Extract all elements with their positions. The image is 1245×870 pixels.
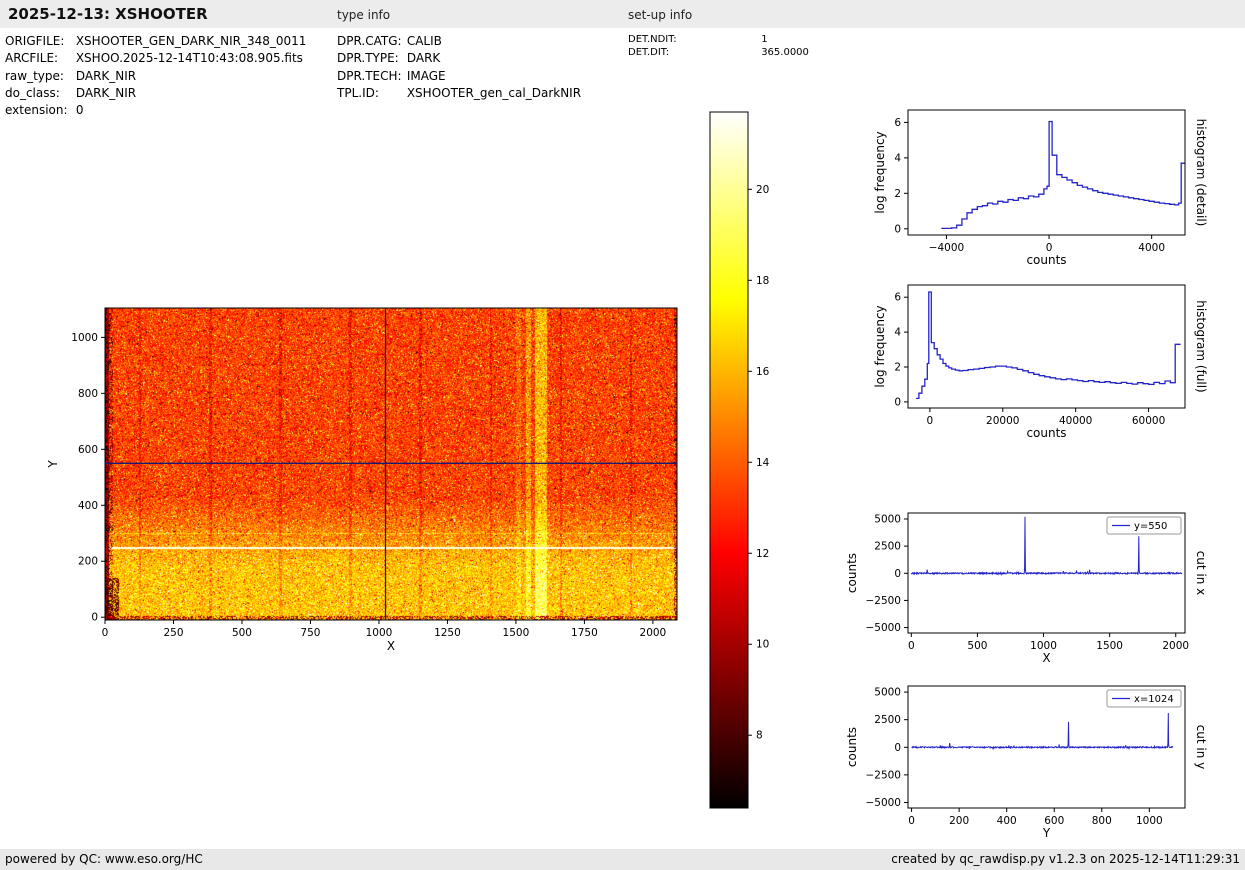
svg-text:800: 800 <box>1092 815 1112 827</box>
svg-text:−4000: −4000 <box>929 242 965 254</box>
svg-text:6: 6 <box>894 292 901 304</box>
svg-text:250: 250 <box>163 627 183 639</box>
svg-text:1500: 1500 <box>503 627 530 639</box>
svg-text:histogram (detail): histogram (detail) <box>1194 119 1208 227</box>
svg-text:400: 400 <box>78 500 98 512</box>
svg-text:1250: 1250 <box>434 627 461 639</box>
svg-text:4: 4 <box>894 327 901 339</box>
svg-text:1000: 1000 <box>1136 815 1163 827</box>
svg-text:800: 800 <box>78 388 98 400</box>
svg-text:200: 200 <box>949 815 969 827</box>
svg-text:20: 20 <box>756 184 769 196</box>
histogram-detail-chart: −4000 0 40000246countslog frequency histogr… <box>873 109 1208 267</box>
svg-text:Y: Y <box>1042 826 1051 840</box>
svg-text:8: 8 <box>756 730 763 742</box>
svg-text:5000: 5000 <box>874 687 901 699</box>
svg-text:400: 400 <box>997 815 1017 827</box>
svg-text:0: 0 <box>894 223 901 235</box>
svg-text:X: X <box>1042 651 1050 665</box>
svg-text:0: 0 <box>908 640 915 652</box>
plots-overlay: 0 250 500 750 1000 1250 1500 1750 20000200400600… <box>46 109 1208 840</box>
svg-text:0: 0 <box>894 396 901 408</box>
plot-legend: x=1024 <box>1106 689 1182 708</box>
svg-text:1750: 1750 <box>571 627 598 639</box>
svg-text:y=550: y=550 <box>1134 521 1167 532</box>
cut-in-x-chart: 0 500 1000 1500 2000500025000−2500−5000Xcoun… <box>845 512 1208 665</box>
svg-text:x=1024: x=1024 <box>1134 694 1174 705</box>
svg-text:2500: 2500 <box>874 714 901 726</box>
svg-text:200: 200 <box>78 556 98 568</box>
svg-text:histogram (full): histogram (full) <box>1194 300 1208 393</box>
svg-text:0: 0 <box>91 612 98 624</box>
svg-text:cut in y: cut in y <box>1194 725 1208 770</box>
svg-text:16: 16 <box>756 366 770 378</box>
colorbar-axes: 8 10 12 14 16 18 20 <box>709 111 770 809</box>
svg-text:12: 12 <box>756 548 769 560</box>
svg-text:14: 14 <box>756 457 770 469</box>
raw-image-axes: 0 250 500 750 1000 1250 1500 1750 2000 0 200 400 600… <box>46 307 678 653</box>
svg-text:2000: 2000 <box>1162 640 1189 652</box>
svg-text:log frequency: log frequency <box>873 131 887 213</box>
svg-text:counts: counts <box>845 553 859 593</box>
footer-created-by: created by qc_rawdisp.py v1.2.3 on 2025-… <box>891 852 1240 866</box>
svg-text:750: 750 <box>300 627 320 639</box>
svg-text:−5000: −5000 <box>865 797 901 809</box>
svg-text:0: 0 <box>894 568 901 580</box>
footer-powered-by: powered by QC: www.eso.org/HC <box>5 852 203 866</box>
svg-text:18: 18 <box>756 275 769 287</box>
svg-text:500: 500 <box>232 627 252 639</box>
plot-legend: y=550 <box>1106 516 1182 535</box>
svg-text:60000: 60000 <box>1132 415 1165 427</box>
svg-text:20000: 20000 <box>986 415 1019 427</box>
svg-text:−2500: −2500 <box>865 595 901 607</box>
svg-text:0: 0 <box>927 415 934 427</box>
svg-text:2: 2 <box>894 362 901 374</box>
svg-text:log frequency: log frequency <box>873 305 887 387</box>
svg-text:−2500: −2500 <box>865 769 901 781</box>
svg-text:1000: 1000 <box>71 332 98 344</box>
svg-text:0: 0 <box>894 742 901 754</box>
svg-text:1500: 1500 <box>1096 640 1123 652</box>
svg-text:6: 6 <box>894 117 901 129</box>
svg-text:500: 500 <box>967 640 987 652</box>
svg-text:2500: 2500 <box>874 541 901 553</box>
qc-report-page: 2025-12-13: XSHOOTER type info set-up in… <box>0 0 1245 870</box>
svg-text:1000: 1000 <box>366 627 393 639</box>
svg-text:2000: 2000 <box>640 627 667 639</box>
svg-text:5000: 5000 <box>874 513 901 525</box>
footer-bar: powered by QC: www.eso.org/HC created by… <box>0 849 1245 870</box>
svg-text:600: 600 <box>78 444 98 456</box>
svg-text:2: 2 <box>894 188 901 200</box>
svg-text:10: 10 <box>756 639 769 651</box>
svg-text:cut in x: cut in x <box>1194 551 1208 596</box>
cut-in-y-chart: 0 200 400 600 800 1000500025000−2500−5000Ycou… <box>845 685 1208 840</box>
svg-text:−5000: −5000 <box>865 622 901 634</box>
histogram-full-chart: 0 20000 40000 600000246countslog frequency h… <box>873 284 1208 440</box>
svg-text:X: X <box>387 639 395 653</box>
svg-text:Y: Y <box>46 460 60 469</box>
svg-text:0: 0 <box>102 627 109 639</box>
svg-text:counts: counts <box>1026 426 1066 440</box>
svg-text:0: 0 <box>908 815 915 827</box>
svg-text:4: 4 <box>894 152 901 164</box>
svg-text:4000: 4000 <box>1138 242 1165 254</box>
svg-text:counts: counts <box>1026 253 1066 267</box>
svg-text:counts: counts <box>845 727 859 767</box>
